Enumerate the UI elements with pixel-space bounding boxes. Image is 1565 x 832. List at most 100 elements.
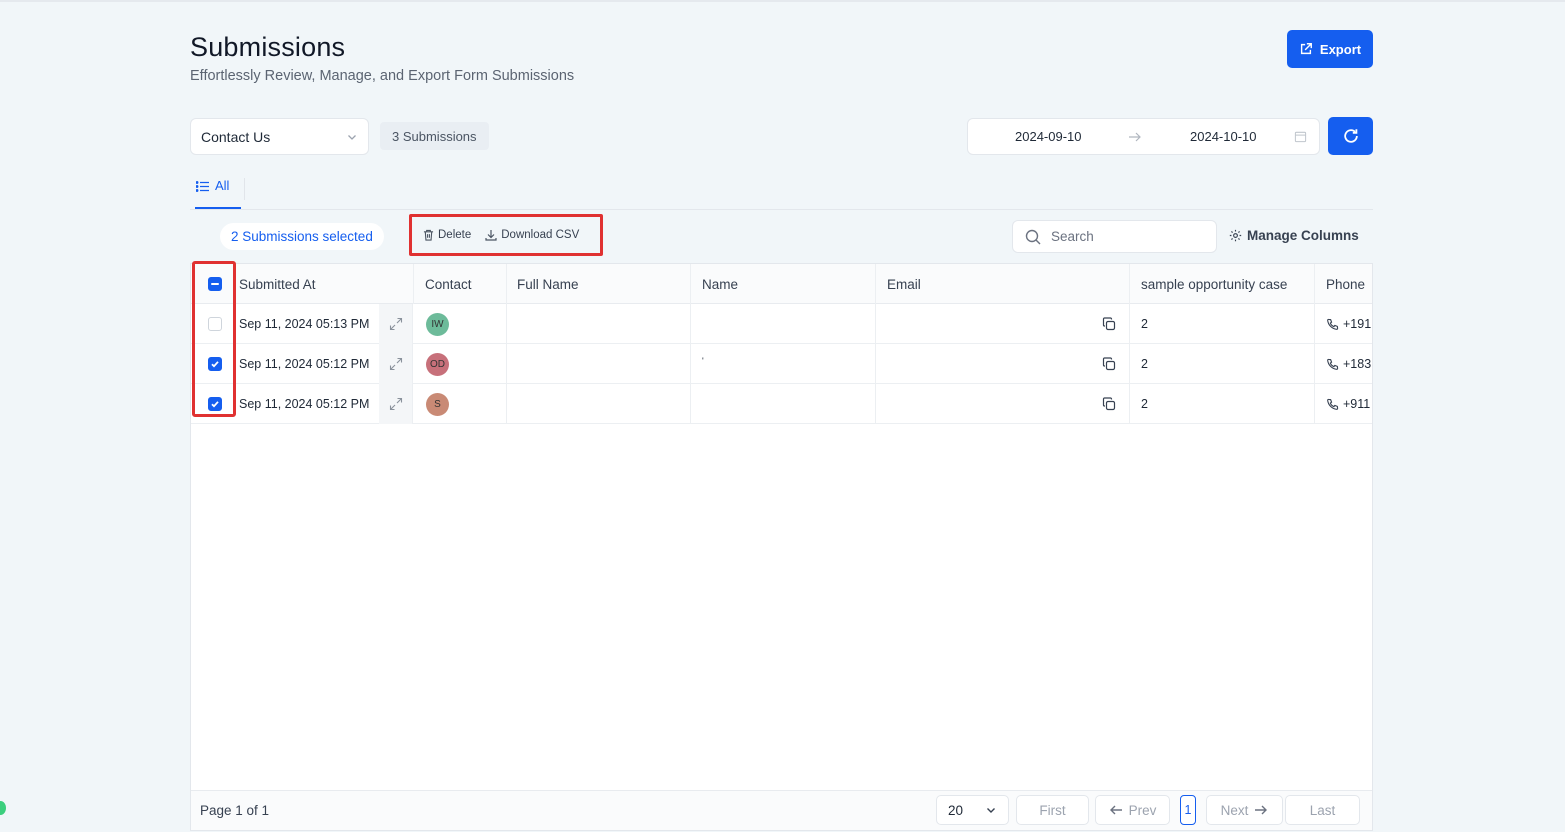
arrow-right-icon xyxy=(1255,805,1268,815)
expand-icon xyxy=(389,397,402,411)
copy-icon[interactable] xyxy=(1102,357,1116,371)
phone-value: +191 xyxy=(1343,317,1372,331)
export-label: Export xyxy=(1319,41,1362,57)
prev-page-button[interactable]: Prev xyxy=(1095,795,1170,825)
download-icon xyxy=(485,230,497,241)
col-full-name[interactable]: Full Name xyxy=(506,264,691,304)
tabs-divider xyxy=(190,209,1373,210)
calendar-icon xyxy=(1294,131,1307,143)
manage-columns-button[interactable]: Manage Columns xyxy=(1229,228,1359,243)
checkbox-column-highlight xyxy=(192,261,236,417)
phone-value: +911 xyxy=(1343,397,1371,411)
full-name-cell xyxy=(506,304,691,344)
arrow-left-icon xyxy=(1109,805,1122,815)
expand-button[interactable] xyxy=(379,344,413,384)
table-row[interactable]: Sep 11, 2024 05:13 PM IW 2 +191 xyxy=(191,304,1372,344)
col-submitted-at[interactable]: Submitted At xyxy=(228,264,413,304)
contact-cell: S xyxy=(413,384,507,424)
download-csv-label: Download CSV xyxy=(501,229,580,241)
trash-icon xyxy=(423,229,434,241)
email-cell xyxy=(876,384,1130,424)
page-size-value: 20 xyxy=(948,802,964,818)
selection-count: 2 Submissions selected xyxy=(220,223,384,250)
bulk-actions: Delete Download CSV xyxy=(409,214,603,256)
last-page-button[interactable]: Last xyxy=(1285,795,1360,825)
name-cell xyxy=(691,304,876,344)
submitted-at-cell: Sep 11, 2024 05:12 PM xyxy=(239,357,370,371)
first-page-button[interactable]: First xyxy=(1016,795,1089,825)
export-icon xyxy=(1300,43,1312,55)
email-cell xyxy=(876,304,1130,344)
full-name-cell xyxy=(506,344,691,384)
export-button[interactable]: Export xyxy=(1287,30,1373,68)
submissions-table: Submitted At Contact Full Name Name Emai… xyxy=(190,263,1373,831)
tab-all-label: All xyxy=(215,178,230,193)
full-name-cell xyxy=(506,384,691,424)
copy-icon[interactable] xyxy=(1102,317,1116,331)
date-end[interactable]: 2024-10-10 xyxy=(1190,129,1257,144)
avatar[interactable]: IW xyxy=(426,312,449,336)
col-contact[interactable]: Contact xyxy=(413,264,507,304)
chevron-down-icon xyxy=(987,808,995,813)
gear-icon xyxy=(1229,229,1242,242)
next-label: Next xyxy=(1220,802,1249,818)
refresh-icon xyxy=(1343,129,1358,143)
page-subtitle: Effortlessly Review, Manage, and Export … xyxy=(190,68,575,84)
phone-cell: +191 xyxy=(1315,304,1372,344)
submitted-at-cell: Sep 11, 2024 05:13 PM xyxy=(239,317,370,331)
col-name[interactable]: Name xyxy=(691,264,876,304)
email-cell xyxy=(876,344,1130,384)
phone-cell: +911 xyxy=(1315,384,1372,424)
name-cell xyxy=(691,384,876,424)
phone-icon xyxy=(1327,318,1339,330)
page-title: Submissions xyxy=(190,32,346,62)
phone-icon xyxy=(1327,358,1339,370)
form-select[interactable]: Contact Us xyxy=(190,118,369,155)
status-dot xyxy=(0,801,6,815)
chevron-down-icon xyxy=(348,134,356,140)
next-page-button[interactable]: Next xyxy=(1206,795,1283,825)
page-size-select[interactable]: 20 xyxy=(936,795,1009,825)
expand-button[interactable] xyxy=(379,384,413,424)
col-phone[interactable]: Phone xyxy=(1315,264,1372,304)
submission-count-badge: 3 Submissions xyxy=(380,122,489,150)
opportunity-cell: 2 xyxy=(1130,304,1315,344)
refresh-button[interactable] xyxy=(1328,117,1373,155)
prev-label: Prev xyxy=(1128,802,1157,818)
search-input[interactable]: Search xyxy=(1012,220,1217,253)
opportunity-cell: 2 xyxy=(1130,384,1315,424)
avatar[interactable]: S xyxy=(426,392,449,416)
phone-icon xyxy=(1327,398,1339,410)
table-header: Submitted At Contact Full Name Name Emai… xyxy=(191,264,1372,304)
form-select-value: Contact Us xyxy=(201,128,271,145)
table-row[interactable]: Sep 11, 2024 05:12 PM OD ' 2 +183 xyxy=(191,344,1372,384)
date-range-picker[interactable]: 2024-09-10 2024-10-10 xyxy=(967,118,1320,155)
table-row[interactable]: Sep 11, 2024 05:12 PM S 2 +911 xyxy=(191,384,1372,424)
phone-value: +183 xyxy=(1343,357,1372,371)
pagination-bar: Page 1 of 1 20 First Prev 1 Next Last xyxy=(191,790,1372,830)
contact-cell: OD xyxy=(413,344,507,384)
search-icon xyxy=(1025,229,1041,244)
arrow-right-icon xyxy=(1129,132,1141,142)
phone-cell: +183 xyxy=(1315,344,1372,384)
page-number-current[interactable]: 1 xyxy=(1180,795,1196,825)
list-icon xyxy=(196,181,209,192)
col-email[interactable]: Email xyxy=(876,264,1130,304)
manage-columns-label: Manage Columns xyxy=(1247,228,1359,243)
avatar[interactable]: OD xyxy=(426,352,449,376)
page-info: Page 1 of 1 xyxy=(200,803,270,818)
expand-button[interactable] xyxy=(379,304,413,344)
tab-all[interactable]: All xyxy=(195,178,241,209)
date-start[interactable]: 2024-09-10 xyxy=(1015,129,1082,144)
delete-button[interactable]: Delete xyxy=(423,229,471,241)
search-placeholder: Search xyxy=(1051,229,1094,244)
submitted-at-cell: Sep 11, 2024 05:12 PM xyxy=(239,397,370,411)
contact-cell: IW xyxy=(413,304,507,344)
download-csv-button[interactable]: Download CSV xyxy=(485,229,579,241)
delete-label: Delete xyxy=(438,229,472,241)
expand-icon xyxy=(389,357,402,371)
copy-icon[interactable] xyxy=(1102,397,1116,411)
tab-separator xyxy=(244,178,245,200)
col-opportunity[interactable]: sample opportunity case xyxy=(1130,264,1315,304)
opportunity-cell: 2 xyxy=(1130,344,1315,384)
